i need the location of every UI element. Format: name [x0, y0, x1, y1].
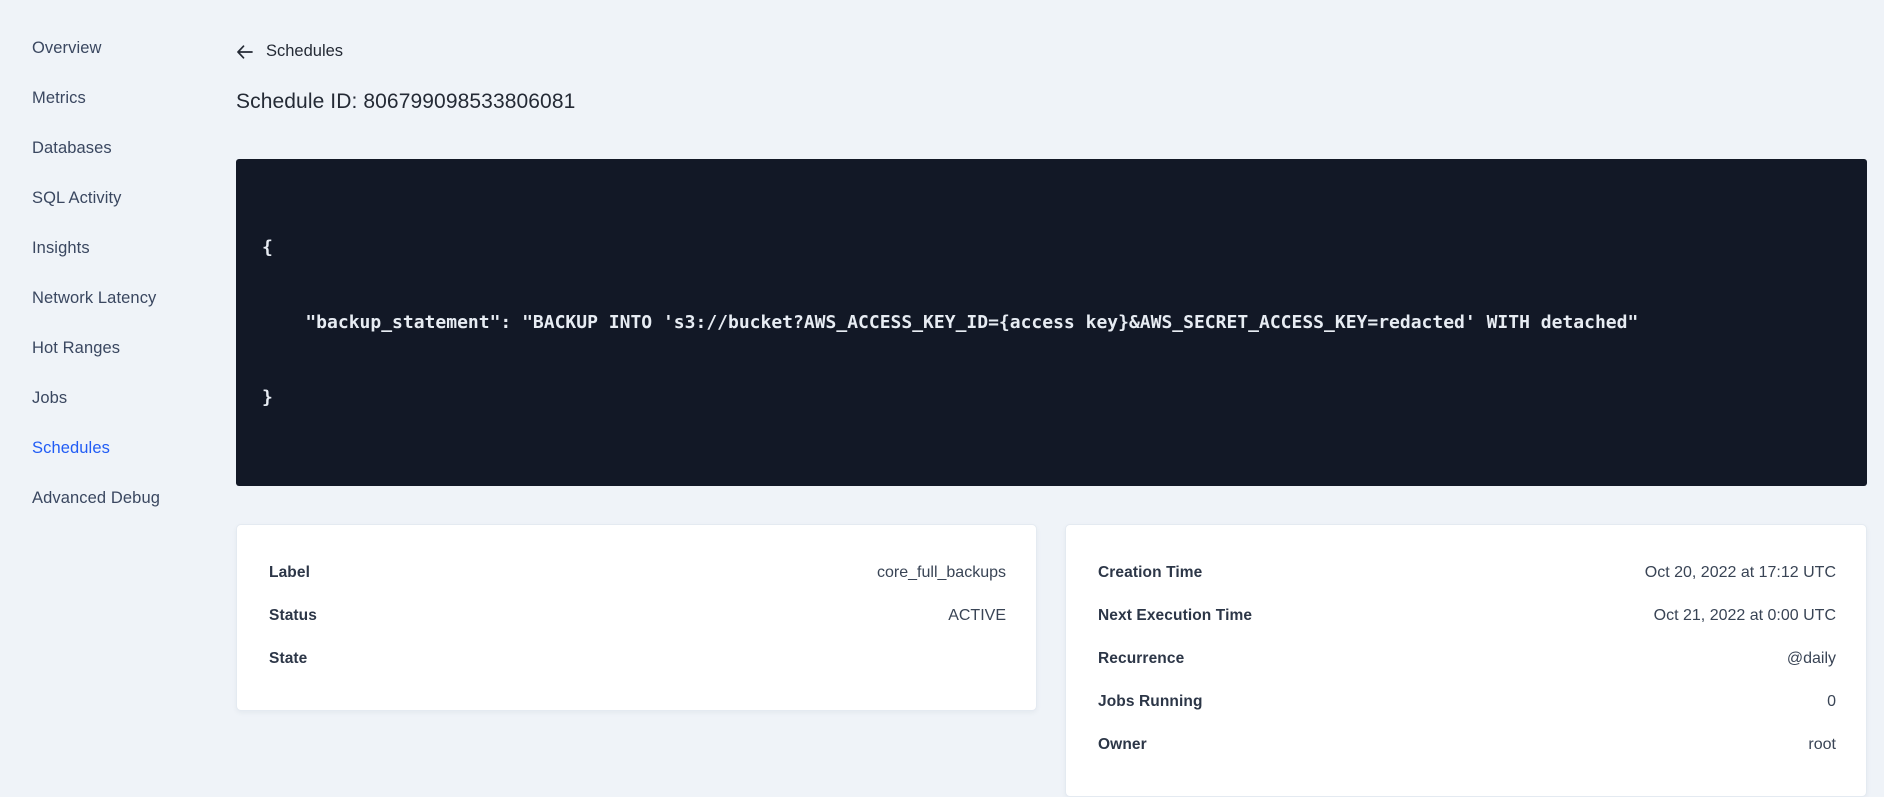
detail-label: Status — [269, 606, 317, 624]
detail-value: root — [1808, 735, 1836, 753]
detail-row-next-execution-time: Next Execution Time Oct 21, 2022 at 0:00… — [1098, 594, 1836, 637]
arrow-left-icon — [236, 44, 253, 59]
detail-cards: Label core_full_backups Status ACTIVE St… — [236, 524, 1867, 797]
sidebar-item-advanced-debug[interactable]: Advanced Debug — [32, 473, 202, 523]
detail-row-owner: Owner root — [1098, 723, 1836, 766]
sidebar-item-metrics[interactable]: Metrics — [32, 73, 202, 123]
code-line: "backup_statement": "BACKUP INTO 's3://b… — [262, 312, 1639, 333]
detail-label: Owner — [1098, 735, 1147, 753]
detail-label: Label — [269, 563, 310, 581]
detail-row-creation-time: Creation Time Oct 20, 2022 at 17:12 UTC — [1098, 551, 1836, 594]
detail-value: Oct 20, 2022 at 17:12 UTC — [1644, 563, 1836, 581]
sidebar-item-network-latency[interactable]: Network Latency — [32, 273, 202, 323]
detail-label: Creation Time — [1098, 563, 1203, 581]
detail-value: core_full_backups — [877, 563, 1006, 581]
detail-label: Jobs Running — [1098, 692, 1203, 710]
detail-value: @daily — [1786, 649, 1836, 667]
sidebar-item-sql-activity[interactable]: SQL Activity — [32, 173, 202, 223]
sidebar-item-overview[interactable]: Overview — [32, 23, 202, 73]
detail-row-status: Status ACTIVE — [269, 594, 1006, 637]
detail-row-label: Label core_full_backups — [269, 551, 1006, 594]
detail-value: Oct 21, 2022 at 0:00 UTC — [1653, 606, 1836, 624]
sidebar-nav: Overview Metrics Databases SQL Activity … — [32, 23, 202, 523]
schedule-detail-page: Schedules Schedule ID: 80679909853380608… — [236, 0, 1867, 797]
detail-row-recurrence: Recurrence @daily — [1098, 637, 1836, 680]
page-title: Schedule ID: 806799098533806081 — [236, 90, 576, 113]
code-line: } — [262, 387, 273, 408]
back-to-schedules-link[interactable]: Schedules — [236, 42, 343, 61]
detail-label: Recurrence — [1098, 649, 1185, 667]
detail-row-state: State — [269, 637, 1006, 680]
schedule-summary-card: Label core_full_backups Status ACTIVE St… — [236, 524, 1037, 711]
detail-label: Next Execution Time — [1098, 606, 1253, 624]
schedule-timing-card: Creation Time Oct 20, 2022 at 17:12 UTC … — [1065, 524, 1867, 797]
sidebar-item-schedules[interactable]: Schedules — [32, 423, 202, 473]
sidebar-item-jobs[interactable]: Jobs — [32, 373, 202, 423]
detail-value: ACTIVE — [948, 606, 1006, 624]
backup-statement-code-block: { "backup_statement": "BACKUP INTO 's3:/… — [236, 159, 1867, 486]
sidebar-item-insights[interactable]: Insights — [32, 223, 202, 273]
detail-row-jobs-running: Jobs Running 0 — [1098, 680, 1836, 723]
sidebar-item-databases[interactable]: Databases — [32, 123, 202, 173]
code-line: { — [262, 237, 273, 258]
detail-value: 0 — [1827, 692, 1836, 710]
back-link-label: Schedules — [266, 42, 344, 60]
sidebar-item-hot-ranges[interactable]: Hot Ranges — [32, 323, 202, 373]
detail-label: State — [269, 649, 308, 667]
